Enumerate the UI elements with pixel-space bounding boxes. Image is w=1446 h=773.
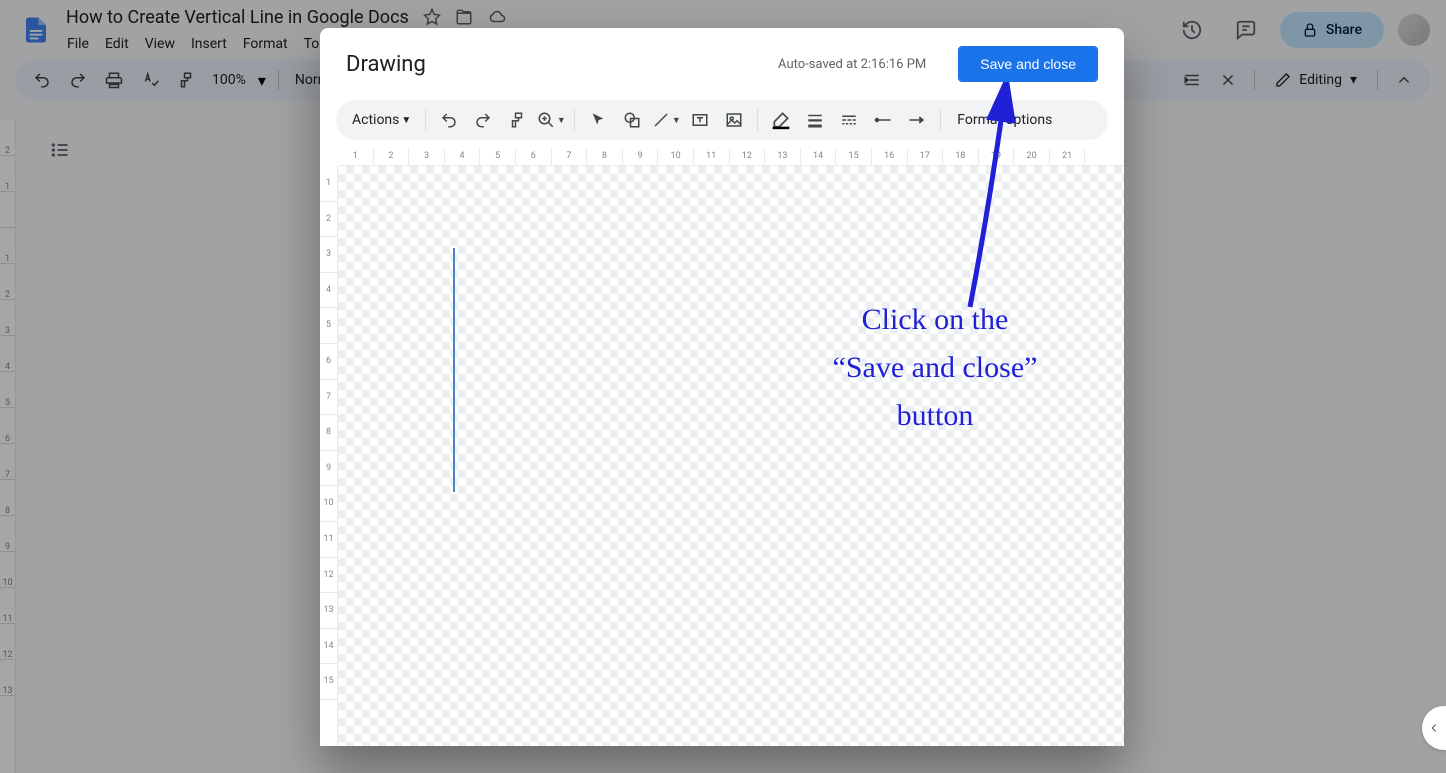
save-and-close-button[interactable]: Save and close xyxy=(958,46,1098,82)
dialog-title: Drawing xyxy=(346,52,426,77)
redo-icon[interactable] xyxy=(468,105,498,135)
line-tool-icon[interactable]: ▼ xyxy=(651,105,681,135)
drawing-toolbar: Actions ▼ ▼ ▼ Format options xyxy=(336,100,1108,140)
zoom-icon[interactable]: ▼ xyxy=(536,105,566,135)
select-tool-icon[interactable] xyxy=(583,105,613,135)
horizontal-ruler: 1 2 3 4 5 6 7 8 9 10 11 12 13 14 15 16 1… xyxy=(338,148,1124,166)
line-weight-icon[interactable] xyxy=(800,105,830,135)
line-start-icon[interactable] xyxy=(868,105,898,135)
paint-format-icon[interactable] xyxy=(502,105,532,135)
textbox-tool-icon[interactable] xyxy=(685,105,715,135)
separator xyxy=(574,109,575,131)
dialog-header: Drawing Auto-saved at 2:16:16 PM Save an… xyxy=(320,28,1124,92)
drawn-vertical-line[interactable] xyxy=(453,248,455,492)
chevron-down-icon: ▼ xyxy=(401,115,411,126)
separator xyxy=(940,109,941,131)
autosave-status: Auto-saved at 2:16:16 PM xyxy=(778,57,926,72)
drawing-canvas[interactable] xyxy=(338,166,1124,746)
undo-icon[interactable] xyxy=(434,105,464,135)
format-options-button[interactable]: Format options xyxy=(949,112,1060,128)
separator xyxy=(425,109,426,131)
line-color-icon[interactable] xyxy=(766,105,796,135)
shape-tool-icon[interactable] xyxy=(617,105,647,135)
annotation-text: Click on the “Save and close” button xyxy=(775,296,1095,440)
actions-menu[interactable]: Actions ▼ xyxy=(346,108,417,132)
image-tool-icon[interactable] xyxy=(719,105,749,135)
separator xyxy=(757,109,758,131)
line-dash-icon[interactable] xyxy=(834,105,864,135)
drawing-canvas-area: 1 2 3 4 5 6 7 8 9 10 11 12 13 14 15 16 1… xyxy=(320,148,1124,746)
line-end-icon[interactable] xyxy=(902,105,932,135)
vertical-ruler-drawing: 1 2 3 4 5 6 7 8 9 10 11 12 13 14 15 xyxy=(320,166,338,746)
